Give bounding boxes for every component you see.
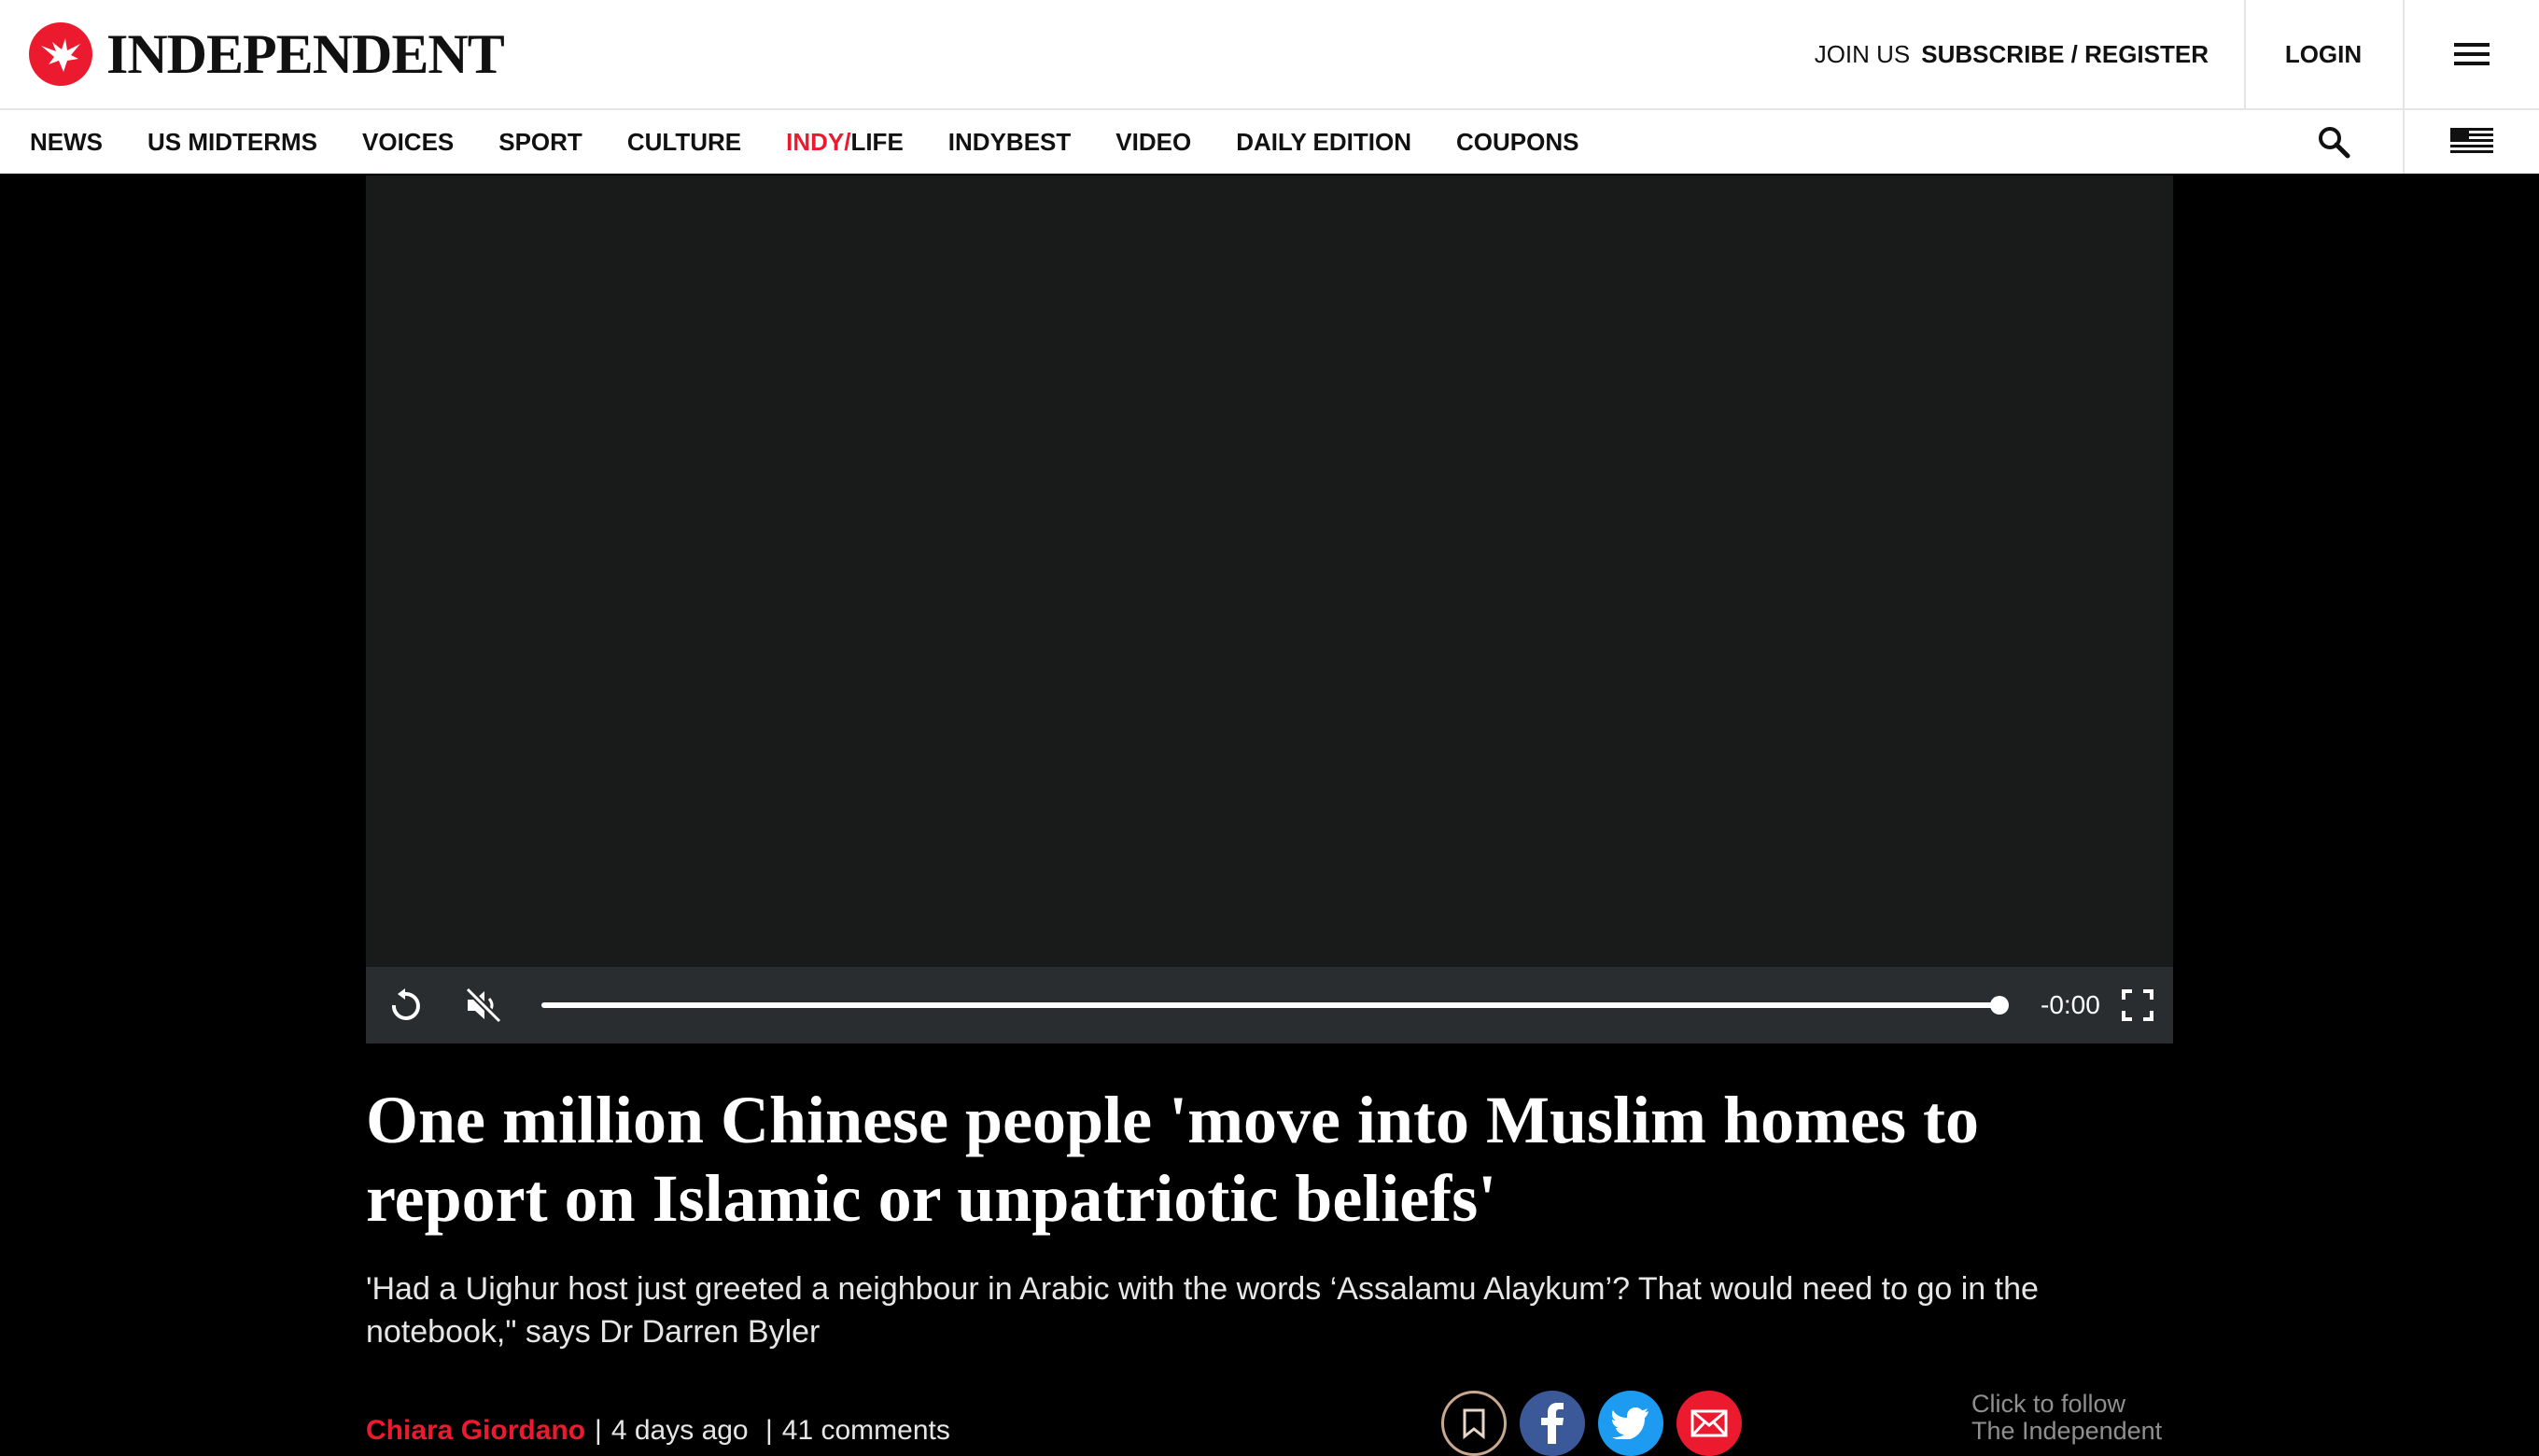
- site-header: INDEPENDENT JOIN US SUBSCRIBE / REGISTER…: [0, 0, 2539, 110]
- fullscreen-button[interactable]: [2115, 983, 2160, 1028]
- search-icon: [2319, 127, 2350, 159]
- section-nav: NEWS US MIDTERMS VOICES SPORT CULTURE IN…: [0, 110, 2539, 174]
- nav-item-news[interactable]: NEWS: [30, 128, 103, 157]
- mute-button[interactable]: [461, 983, 506, 1028]
- follow-prompt[interactable]: Click to follow The Independent: [1971, 1391, 2167, 1445]
- nav-item-us-midterms[interactable]: US MIDTERMS: [147, 128, 317, 157]
- video-controls: -0:00: [366, 967, 2173, 1043]
- site-logo[interactable]: INDEPENDENT: [28, 21, 505, 88]
- share-bar: [1441, 1391, 1742, 1456]
- article-headline: One million Chinese people 'move into Mu…: [366, 1083, 1979, 1236]
- search-button[interactable]: [2296, 110, 2371, 174]
- publish-time: 4 days ago: [610, 1415, 749, 1446]
- facebook-icon: [1541, 1403, 1564, 1444]
- email-share-button[interactable]: [1676, 1391, 1742, 1456]
- time-remaining: -0:00: [2041, 990, 2100, 1019]
- muted-speaker-icon: [465, 987, 502, 1024]
- nav-item-daily-edition[interactable]: DAILY EDITION: [1236, 128, 1411, 157]
- email-icon: [1690, 1409, 1728, 1437]
- us-flag-icon: [2450, 128, 2493, 153]
- article-byline: Chiara Giordano | 4 days ago | 41 commen…: [366, 1409, 950, 1452]
- join-us-link[interactable]: JOIN US: [1815, 40, 1911, 69]
- subscribe-register-link[interactable]: SUBSCRIBE / REGISTER: [1921, 40, 2209, 69]
- nav-items: NEWS US MIDTERMS VOICES SPORT CULTURE IN…: [30, 110, 1578, 174]
- comments-link[interactable]: 41 comments: [782, 1415, 950, 1447]
- nav-item-life-suffix: LIFE: [850, 127, 904, 156]
- eagle-logo-icon: [29, 22, 92, 86]
- video-player[interactable]: -0:00: [366, 175, 2173, 1043]
- logo-wordmark: INDEPENDENT: [106, 22, 505, 85]
- byline-separator: |: [595, 1415, 602, 1446]
- nav-item-coupons[interactable]: COUPONS: [1456, 128, 1578, 157]
- nav-item-culture[interactable]: CULTURE: [627, 128, 741, 157]
- replay-button[interactable]: [383, 983, 428, 1028]
- bookmark-icon: [1463, 1408, 1485, 1439]
- bookmark-button[interactable]: [1441, 1391, 1507, 1456]
- login-button[interactable]: LOGIN: [2244, 0, 2403, 108]
- nav-item-sport[interactable]: SPORT: [498, 128, 582, 157]
- account-links: JOIN US SUBSCRIBE / REGISTER: [1815, 0, 2209, 108]
- hamburger-icon: [2454, 43, 2490, 65]
- follow-line-1: Click to follow: [1971, 1390, 2126, 1418]
- byline-separator: |: [757, 1415, 773, 1446]
- menu-button[interactable]: [2405, 0, 2539, 108]
- nav-item-indybest[interactable]: INDYBEST: [948, 128, 1071, 157]
- author-link[interactable]: Chiara Giordano: [366, 1415, 585, 1447]
- follow-line-2: The Independent: [1971, 1417, 2163, 1445]
- nav-item-voices[interactable]: VOICES: [362, 128, 454, 157]
- article-standfirst: 'Had a Uighur host just greeted a neighb…: [366, 1271, 2039, 1350]
- nav-item-indy-prefix: INDY/: [786, 127, 851, 156]
- twitter-share-button[interactable]: [1598, 1391, 1663, 1456]
- progress-handle[interactable]: [1990, 996, 2009, 1015]
- replay-icon: [391, 988, 420, 1020]
- facebook-share-button[interactable]: [1520, 1391, 1585, 1456]
- video-progress-bar[interactable]: [541, 996, 2009, 1015]
- edition-selector[interactable]: [2405, 110, 2539, 174]
- nav-item-indy-life[interactable]: INDY/LIFE: [786, 128, 904, 157]
- fullscreen-icon: [2122, 989, 2153, 1021]
- twitter-icon: [1612, 1407, 1648, 1439]
- nav-item-video[interactable]: VIDEO: [1115, 128, 1191, 157]
